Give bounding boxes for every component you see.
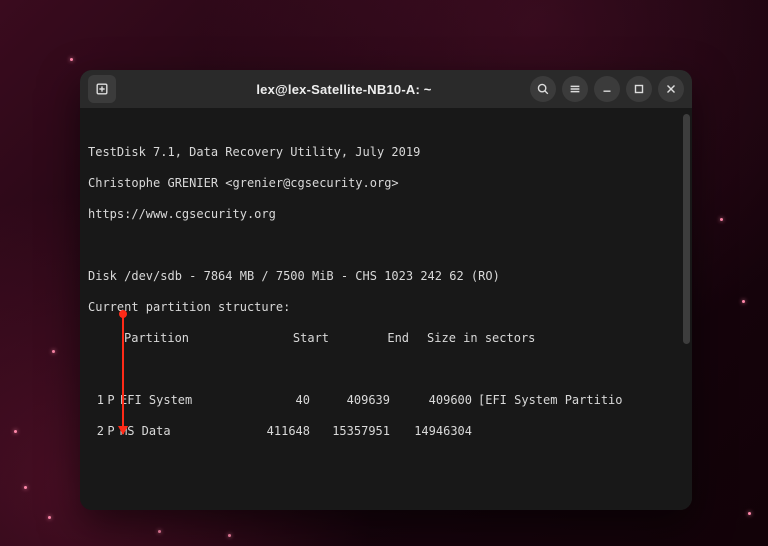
structure-heading: Current partition structure: <box>88 300 688 316</box>
app-header-line: TestDisk 7.1, Data Recovery Utility, Jul… <box>88 145 688 161</box>
blank-line <box>88 238 688 254</box>
app-author-line: Christophe GRENIER <grenier@cgsecurity.o… <box>88 176 688 192</box>
close-icon <box>664 82 678 96</box>
deco-spark <box>24 486 27 489</box>
new-tab-button[interactable] <box>88 75 116 103</box>
table-header-row: PartitionStartEnd Size in sectors <box>88 331 688 347</box>
deco-spark <box>14 430 17 433</box>
new-tab-icon <box>95 82 109 96</box>
menu-button[interactable] <box>562 76 588 102</box>
deco-spark <box>70 58 73 61</box>
deco-spark <box>228 534 231 537</box>
deco-spark <box>52 350 55 353</box>
col-partition: Partition <box>124 331 189 347</box>
maximize-icon <box>632 82 646 96</box>
app-url-line: https://www.cgsecurity.org <box>88 207 688 223</box>
blank-line <box>88 486 688 502</box>
close-button[interactable] <box>658 76 684 102</box>
annotation-arrow <box>122 314 124 434</box>
desktop-wallpaper: lex@lex-Satellite-NB10-A: ~ <box>0 0 768 546</box>
blank-line <box>88 362 688 378</box>
hamburger-icon <box>568 82 582 96</box>
deco-spark <box>748 512 751 515</box>
disk-info-line: Disk /dev/sdb - 7864 MB / 7500 MiB - CHS… <box>88 269 688 285</box>
col-size: Size in sectors <box>427 331 535 347</box>
col-end: End <box>329 331 409 347</box>
terminal-window: lex@lex-Satellite-NB10-A: ~ <box>80 70 692 510</box>
terminal-body[interactable]: TestDisk 7.1, Data Recovery Utility, Jul… <box>80 108 692 510</box>
deco-spark <box>742 300 745 303</box>
window-title: lex@lex-Satellite-NB10-A: ~ <box>164 82 524 97</box>
col-start: Start <box>189 331 329 347</box>
deco-spark <box>158 530 161 533</box>
scrollbar-thumb[interactable] <box>683 114 690 344</box>
deco-spark <box>720 218 723 221</box>
table-row: 1PEFI System40409639409600[EFI System Pa… <box>88 393 688 409</box>
minimize-icon <box>600 82 614 96</box>
search-icon <box>536 82 550 96</box>
window-titlebar: lex@lex-Satellite-NB10-A: ~ <box>80 70 692 108</box>
search-button[interactable] <box>530 76 556 102</box>
minimize-button[interactable] <box>594 76 620 102</box>
blank-line <box>88 455 688 471</box>
table-row: 2PMS Data4116481535795114946304 <box>88 424 688 440</box>
deco-spark <box>48 516 51 519</box>
maximize-button[interactable] <box>626 76 652 102</box>
